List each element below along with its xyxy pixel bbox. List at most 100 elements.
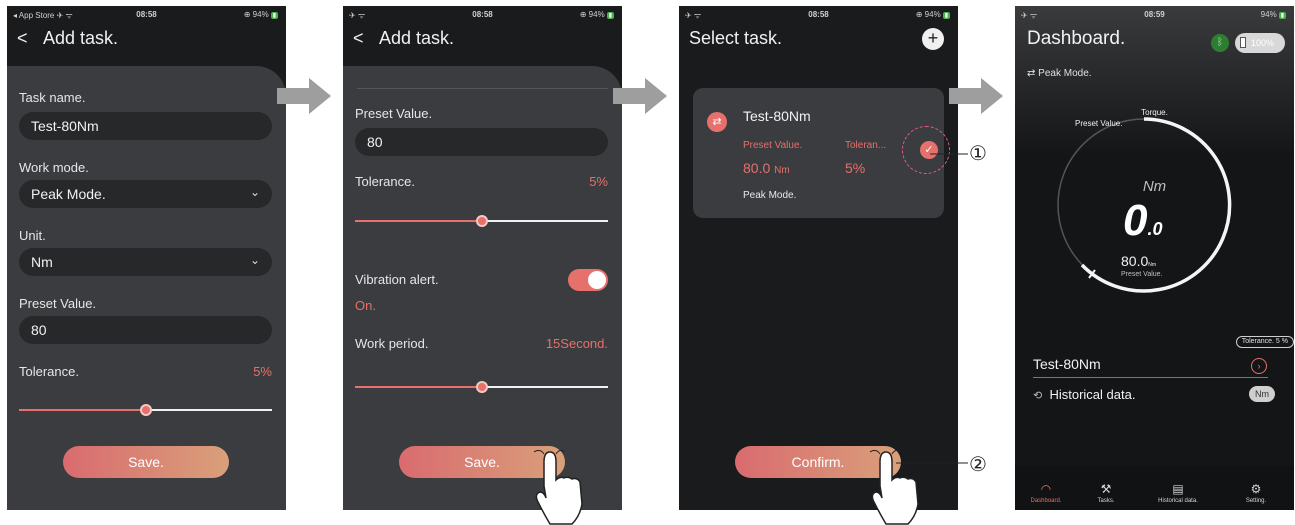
tolerance-chip: Tolerance. 5 % [1235,336,1294,348]
screen-add-task-1: ◂ App Store ✈ ᯤ 08:58 ⊕ 94% ▮ < Add task.… [7,6,286,510]
unit-select[interactable]: Nm ⌄ [19,248,272,276]
task-card[interactable]: ⇄ Test-80Nm Preset Value. Toleran... 80.… [693,88,950,218]
slider-knob[interactable] [475,215,488,227]
tolerance-value: 5% [589,174,608,189]
gauge-icon: ◠ [1040,482,1052,496]
callout-line [930,153,968,155]
work-mode-value: Peak Mode. [31,186,106,202]
save-button[interactable]: Save. [63,446,229,478]
tab-historical-data[interactable]: ▤ Historical data. [1147,482,1209,504]
repeat-icon: ⇄ [1027,68,1036,79]
chevron-down-icon: ⌄ [249,253,260,267]
chevron-down-icon: ⌄ [249,185,260,199]
status-bar: ✈ ᯤ 08:59 94% ▮ [1015,6,1294,22]
current-task-name: Test-80Nm [1033,356,1101,372]
task-card-mode: Peak Mode. [743,190,797,201]
tab-dashboard[interactable]: ◠ Dashboard. [1015,482,1077,504]
arrow-right-icon [277,78,331,114]
arrow-right-icon [613,78,667,114]
gauge-unit: Nm [1142,178,1167,195]
battery-icon: ▮ [606,12,614,19]
page-title: Select task. [689,28,783,48]
nav-header: Select task. + [689,28,948,58]
page-title: Dashboard. [1027,28,1126,49]
callout-line [896,462,968,464]
unit-value: Nm [31,254,53,270]
preset-value-label: Preset Value. [19,296,97,311]
tutorial-stage: ◂ App Store ✈ ᯤ 08:58 ⊕ 94% ▮ < Add task.… [0,0,1295,525]
preset-value-input[interactable]: 80 [19,316,272,344]
gauge-preset-top-label: Preset Value. [1075,119,1123,128]
preset-value-label: Preset Value. [355,106,433,121]
battery-icon: ▮ [1278,12,1286,19]
preset-value-input[interactable]: 80 [355,128,608,156]
bluetooth-icon: ᛒ [1211,34,1229,52]
task-name-label: Task name. [19,90,86,105]
form-sheet: Task name. Test-80Nm Work mode. Peak Mod… [7,66,286,510]
slider-fill [355,220,482,222]
screen-select-task: ✈ ᯤ 08:58 ⊕ 94% ▮ Select task. + ⇄ Test-8… [679,6,958,510]
battery-icon: ▮ [270,12,278,19]
nav-header: < Add task. [17,28,276,58]
task-card-preset-label: Preset Value. [743,140,803,151]
divider [1033,377,1268,378]
status-bar: ◂ App Store ✈ ᯤ 08:58 ⊕ 94% ▮ [7,6,286,22]
work-mode-select[interactable]: Peak Mode. ⌄ [19,180,272,208]
gear-icon: ⚙ [1250,482,1262,496]
form-sheet: Preset Value. 80 Tolerance. 5% Vibration… [343,66,622,510]
page-title: Add task. [43,28,119,48]
back-icon[interactable]: < [17,28,39,49]
tab-setting[interactable]: ⚙ Setting. [1225,482,1287,504]
task-card-name: Test-80Nm [743,108,811,124]
arrow-right-icon [949,78,1003,114]
screen-add-task-2: ✈ ᯤ 08:58 ⊕ 94% ▮ < Add task. Preset Valu… [343,6,622,510]
status-bar: ✈ ᯤ 08:58 ⊕ 94% ▮ [679,6,958,22]
status-battery: ⊕ 94% ▮ [915,10,950,19]
chevron-right-icon[interactable]: › [1251,358,1267,374]
battery-icon [1240,37,1246,48]
tap-hand-icon [533,449,583,525]
task-card-tolerance-label: Toleran... [845,140,887,151]
screen-dashboard: ✈ ᯤ 08:59 94% ▮ Dashboard. ᛒ 100% ⇄ Peak … [1015,6,1294,510]
task-card-preset-value: 80.0 Nm [743,160,790,176]
status-battery: ⊕ 94% ▮ [243,10,278,19]
mode-indicator: ⇄ Peak Mode. [1027,68,1092,79]
work-mode-label: Work mode. [19,160,89,175]
tolerance-value: 5% [253,364,272,379]
tab-tasks[interactable]: ⚒ Tasks. [1075,482,1137,504]
gauge-preset-bottom-label: Preset Value. [1121,271,1163,278]
callout-2: ② [969,452,987,476]
slider-fill [19,409,146,411]
back-icon[interactable]: < [353,28,375,49]
slider-knob[interactable] [139,404,152,416]
vibration-state: On. [355,298,376,313]
status-bar: ✈ ᯤ 08:58 ⊕ 94% ▮ [343,6,622,22]
tolerance-label: Tolerance. [355,174,415,189]
history-icon: ⟲ [1033,390,1043,402]
bottom-tab-bar: ◠ Dashboard. ⚒ Tasks. ▤ Historical data.… [1015,466,1294,510]
battery-icon: ▮ [942,12,950,19]
add-task-button[interactable]: + [922,28,944,50]
callout-1: ① [969,141,987,165]
slider-knob[interactable] [475,381,488,393]
wrench-icon: ⚒ [1100,482,1112,496]
status-battery: 94% ▮ [1260,10,1286,19]
tolerance-slider[interactable] [19,403,272,417]
historical-data-link[interactable]: ⟲ Historical data. [1033,387,1135,402]
status-time: 08:59 [1144,10,1165,19]
unit-label: Unit. [19,228,46,243]
slider-track [481,386,608,388]
repeat-icon: ⇄ [707,112,727,132]
vibration-toggle[interactable] [568,269,608,291]
tolerance-slider[interactable] [355,214,608,228]
task-name-input[interactable]: Test-80Nm [19,112,272,140]
work-period-value: 15Second. [545,336,608,351]
work-period-label: Work period. [355,336,429,351]
divider [357,88,608,89]
work-period-slider[interactable] [355,380,608,394]
page-title: Add task. [379,28,455,48]
document-icon: ▤ [1172,482,1184,496]
unit-chip[interactable]: Nm [1249,386,1275,402]
tolerance-label: Tolerance. [19,364,79,379]
slider-track [145,409,272,411]
